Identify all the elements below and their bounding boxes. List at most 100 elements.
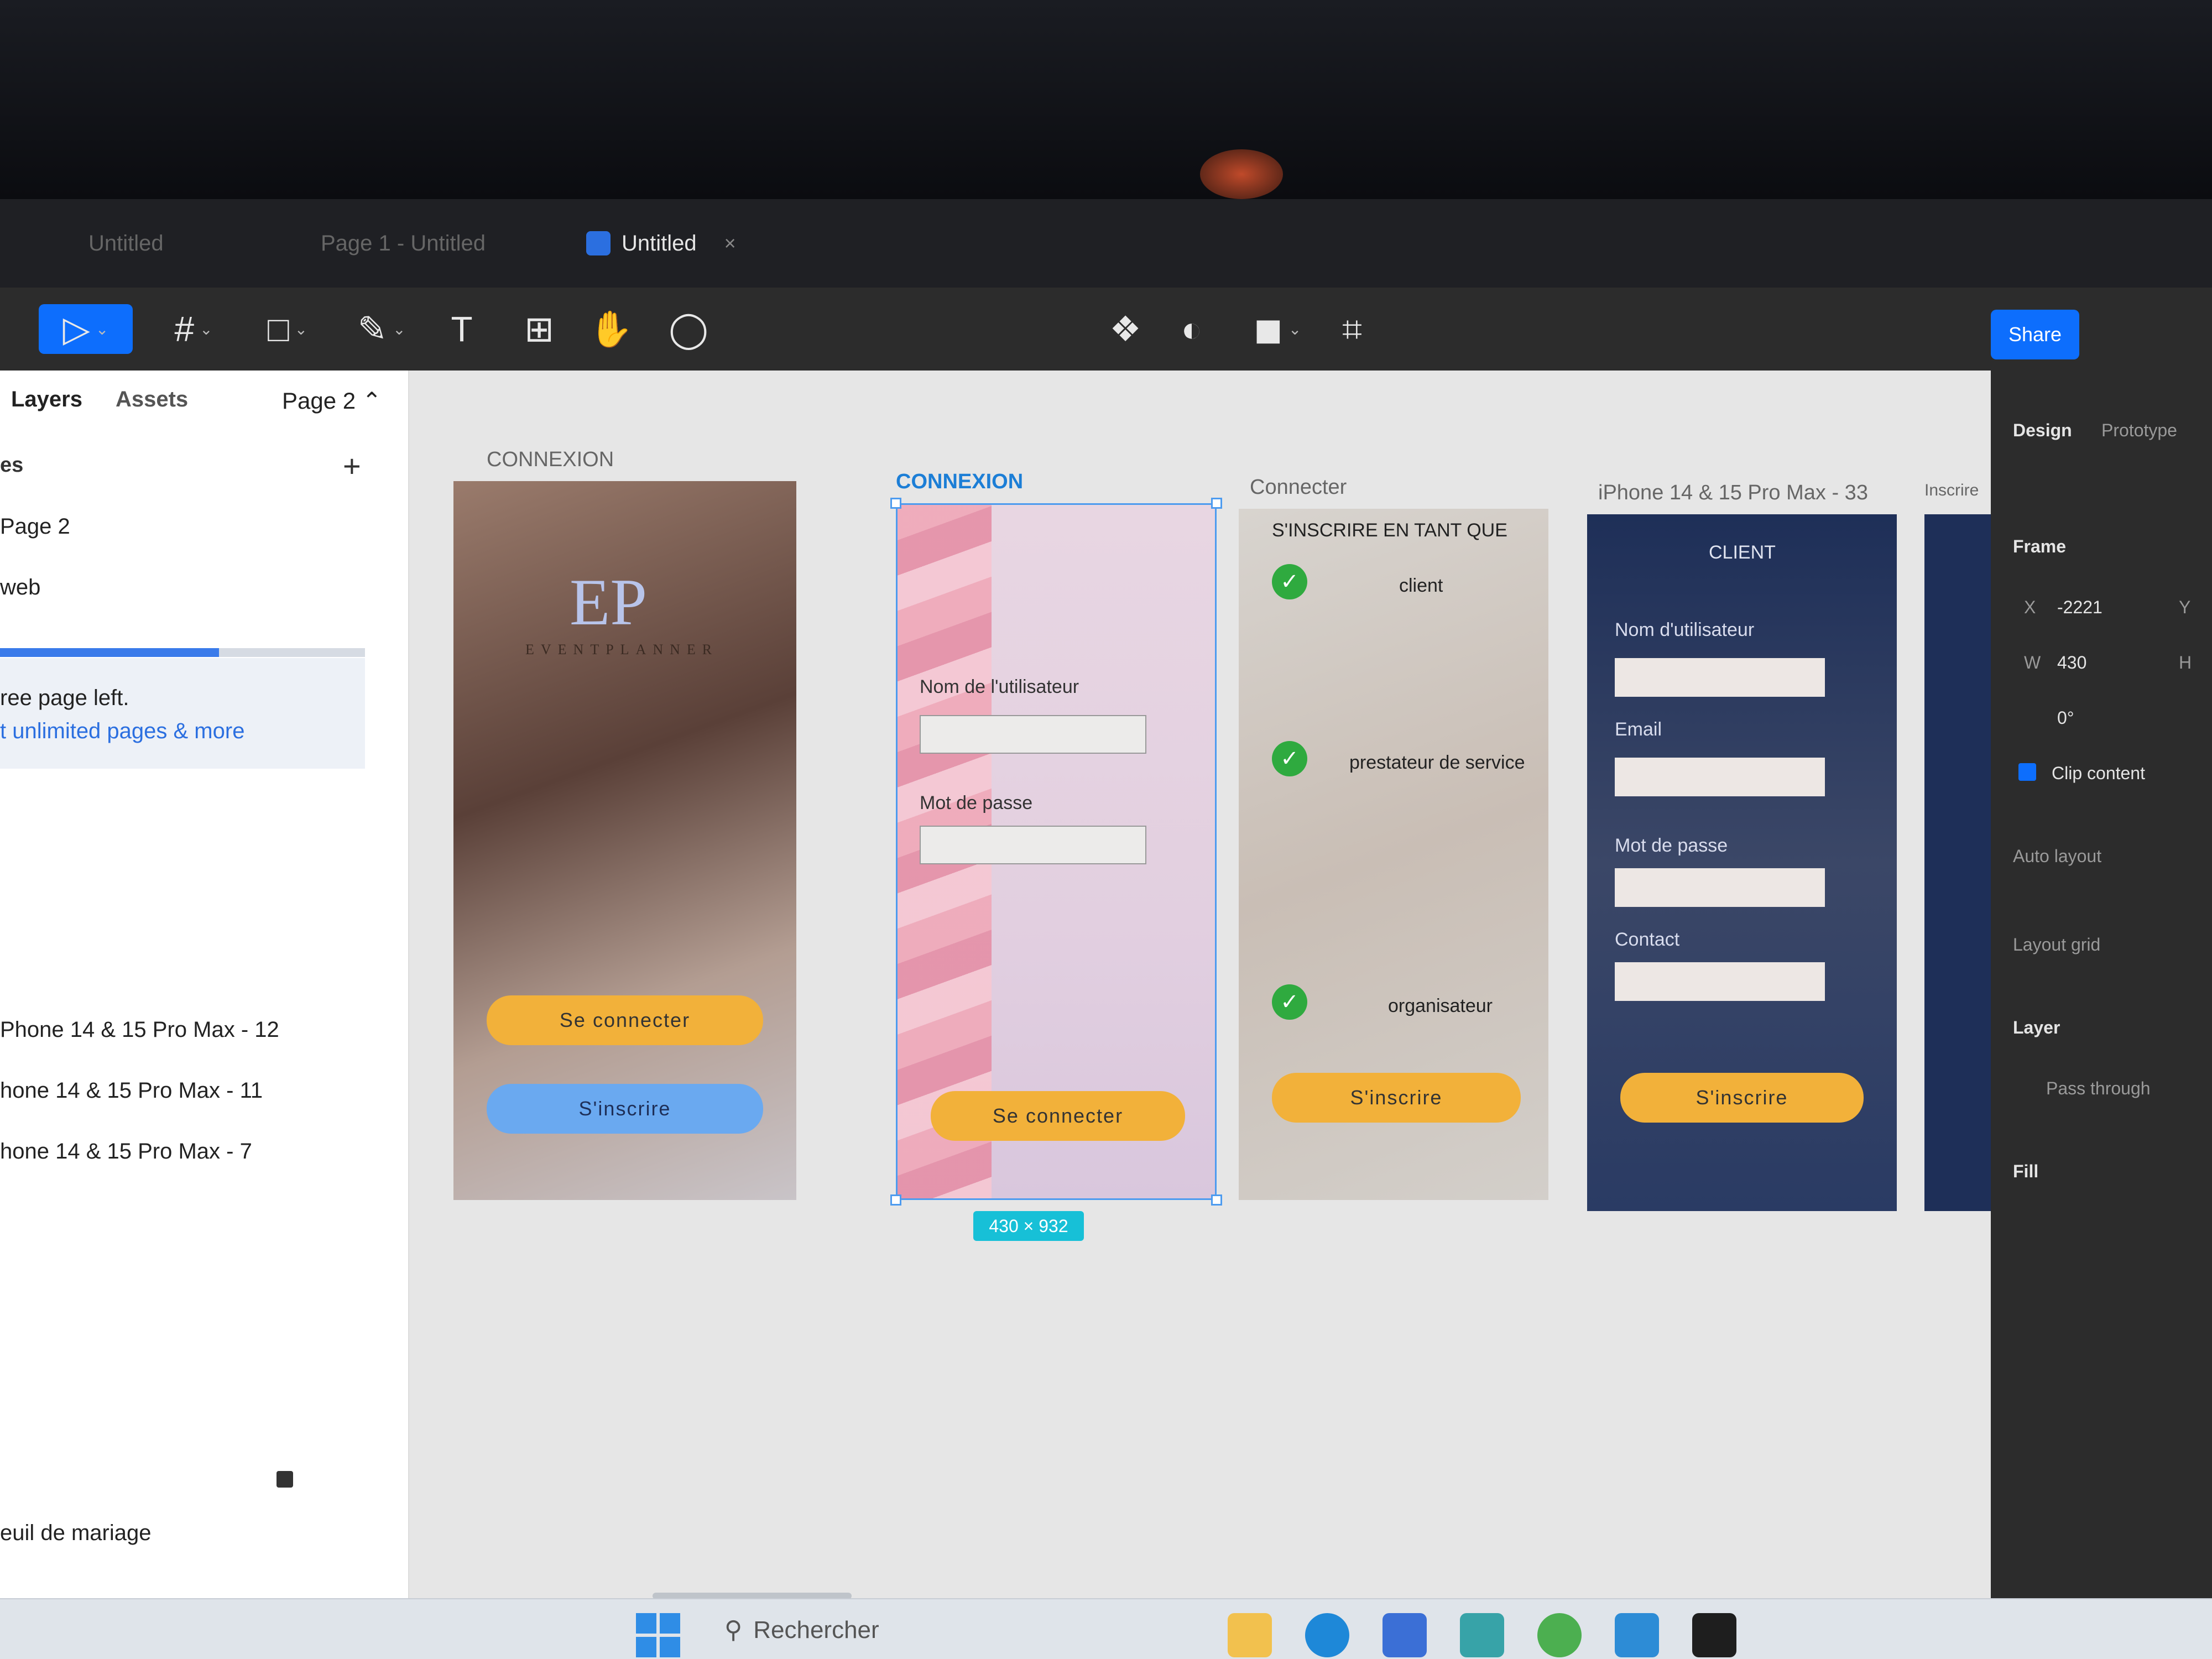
tab-page-1[interactable]: Page 1 - Untitled	[321, 221, 486, 265]
share-button[interactable]: Share	[1991, 310, 2079, 359]
frame-inscrire-partial[interactable]	[1924, 514, 1991, 1211]
taskbar-search[interactable]: ⚲ Rechercher	[724, 1616, 879, 1644]
frame-connexion-splash[interactable]: EP EVENTPLANNER Se connecter S'inscrire	[453, 481, 796, 1200]
tab-prototype[interactable]: Prototype	[2101, 420, 2177, 441]
mask-icon: ◐	[1181, 309, 1203, 349]
frame-client-signup[interactable]: CLIENT Nom d'utilisateur Email Mot de pa…	[1587, 514, 1897, 1211]
design-canvas[interactable]: CONNEXION EP EVENTPLANNER Se connecter S…	[409, 371, 1991, 1598]
frame-label[interactable]: Connecter	[1250, 476, 1347, 499]
frame-role-select[interactable]: S'INSCRIRE EN TANT QUE ✓ client ✓ presta…	[1239, 509, 1548, 1200]
tab-label: Page 1 - Untitled	[321, 231, 486, 255]
move-tool[interactable]: ▷ ⌄	[39, 304, 133, 354]
add-page-icon[interactable]: +	[343, 448, 361, 484]
role-option[interactable]: organisateur	[1388, 995, 1493, 1017]
contact-field[interactable]	[1615, 962, 1825, 1001]
check-icon[interactable]: ✓	[1272, 564, 1307, 599]
tab-untitled-active[interactable]: Untitled ×	[586, 221, 736, 265]
frame-connexion-form[interactable]: Nom de l'utilisateur Mot de passe Se con…	[896, 503, 1217, 1200]
windows-start-icon[interactable]	[636, 1613, 680, 1657]
resize-handle[interactable]	[890, 498, 901, 509]
signup-button[interactable]: S'inscrire	[1620, 1073, 1864, 1123]
pen-tool[interactable]: ✎ ⌄	[343, 304, 420, 354]
figma-icon[interactable]	[1692, 1613, 1736, 1657]
page-item[interactable]: Page 2	[0, 514, 70, 539]
hand-tool[interactable]: ✋	[586, 304, 636, 354]
tab-untitled-1[interactable]: Untitled	[88, 221, 164, 265]
x-input[interactable]: -2221	[2057, 597, 2103, 618]
resize-handle[interactable]	[890, 1194, 901, 1206]
create-component-button[interactable]: ❖	[1100, 304, 1150, 354]
resize-handle[interactable]	[1211, 498, 1222, 509]
upgrade-link[interactable]: t unlimited pages & more	[0, 719, 244, 744]
w-input[interactable]: 430	[2057, 653, 2086, 673]
store-icon[interactable]	[1383, 1613, 1427, 1657]
username-field[interactable]	[1615, 658, 1825, 697]
signup-button[interactable]: S'inscrire	[487, 1084, 763, 1134]
blend-mode-select[interactable]: Pass through	[2046, 1078, 2151, 1099]
auto-layout-label[interactable]: Auto layout	[2013, 846, 2101, 867]
x-label: X	[2024, 597, 2036, 617]
login-button[interactable]: Se connecter	[487, 995, 763, 1045]
role-option[interactable]: prestateur de service	[1349, 752, 1525, 774]
eventplanner-logo: EP	[570, 565, 648, 639]
layer-item[interactable]: hone 14 & 15 Pro Max - 11	[0, 1078, 263, 1103]
login-button[interactable]: Se connecter	[931, 1091, 1185, 1141]
comment-tool[interactable]: ◯	[664, 304, 713, 354]
tab-bar: Untitled Page 1 - Untitled Untitled ×	[0, 199, 2212, 288]
boolean-button[interactable]: ◼ ⌄	[1239, 304, 1316, 354]
layer-item[interactable]: hone 14 & 15 Pro Max - 7	[0, 1139, 252, 1164]
text-tool[interactable]: T	[437, 304, 487, 354]
tab-layers[interactable]: Layers	[11, 387, 82, 412]
fill-section-label: Fill	[2013, 1161, 2039, 1181]
tab-assets[interactable]: Assets	[116, 387, 188, 412]
role-heading: S'INSCRIRE EN TANT QUE	[1272, 520, 1507, 541]
close-icon[interactable]: ×	[724, 232, 736, 255]
resize-handle[interactable]	[1211, 1194, 1222, 1206]
edge-icon[interactable]	[1305, 1613, 1349, 1657]
check-icon[interactable]: ✓	[1272, 741, 1307, 776]
app-icon[interactable]	[1537, 1613, 1582, 1657]
search-placeholder: Rechercher	[753, 1616, 879, 1644]
signup-button[interactable]: S'inscrire	[1272, 1073, 1521, 1123]
page-item[interactable]: web	[0, 575, 40, 600]
frame-section-label[interactable]: Frame	[2013, 536, 2066, 557]
pages-header: es	[0, 453, 24, 477]
layer-item[interactable]: euil de mariage	[0, 1521, 152, 1546]
layer-section-label: Layer	[2013, 1018, 2060, 1037]
field-label: Mot de passe	[1615, 835, 1728, 856]
resources-tool[interactable]: ⊞	[514, 304, 564, 354]
frame-icon: #	[174, 309, 195, 349]
email-field[interactable]	[1615, 758, 1825, 796]
field-label: Contact	[1615, 929, 1680, 950]
tab-design[interactable]: Design	[2013, 420, 2072, 441]
frame-label[interactable]: Inscrire	[1924, 481, 1979, 500]
clip-content-checkbox[interactable]	[2018, 763, 2036, 781]
username-field[interactable]	[920, 715, 1146, 754]
layer-item[interactable]: Phone 14 & 15 Pro Max - 12	[0, 1018, 279, 1042]
password-field[interactable]	[920, 826, 1146, 864]
rectangle-tool[interactable]: □ ⌄	[249, 304, 326, 354]
layout-grid-label[interactable]: Layout grid	[2013, 935, 2100, 955]
text-icon: T	[451, 309, 473, 349]
mask-button[interactable]: ◐	[1167, 304, 1217, 354]
h-label: H	[2179, 653, 2192, 672]
frame-label[interactable]: CONNEXION	[487, 448, 614, 472]
password-field[interactable]	[1615, 868, 1825, 907]
components-icon: ⊞	[524, 309, 554, 349]
crop-button[interactable]: ⌗	[1327, 304, 1377, 354]
page-selector[interactable]: Page 2 ⌃	[282, 387, 382, 414]
lock-icon[interactable]	[276, 1471, 293, 1488]
password-label: Mot de passe	[920, 792, 1033, 813]
role-option[interactable]: client	[1399, 575, 1443, 597]
check-icon[interactable]: ✓	[1272, 984, 1307, 1020]
layers-panel: Layers Assets Page 2 ⌃ es + Page 2 web r…	[0, 371, 409, 1598]
hand-icon: ✋	[589, 309, 633, 349]
frame-label-selected[interactable]: CONNEXION	[896, 470, 1023, 494]
frame-tool[interactable]: # ⌄	[155, 304, 232, 354]
rotation-input[interactable]: 0°	[2057, 708, 2074, 728]
app-icon[interactable]	[1460, 1613, 1504, 1657]
file-explorer-icon[interactable]	[1228, 1613, 1272, 1657]
webcam-sticker	[1200, 149, 1283, 199]
frame-label[interactable]: iPhone 14 & 15 Pro Max - 33	[1598, 481, 1868, 505]
app-icon[interactable]	[1615, 1613, 1659, 1657]
